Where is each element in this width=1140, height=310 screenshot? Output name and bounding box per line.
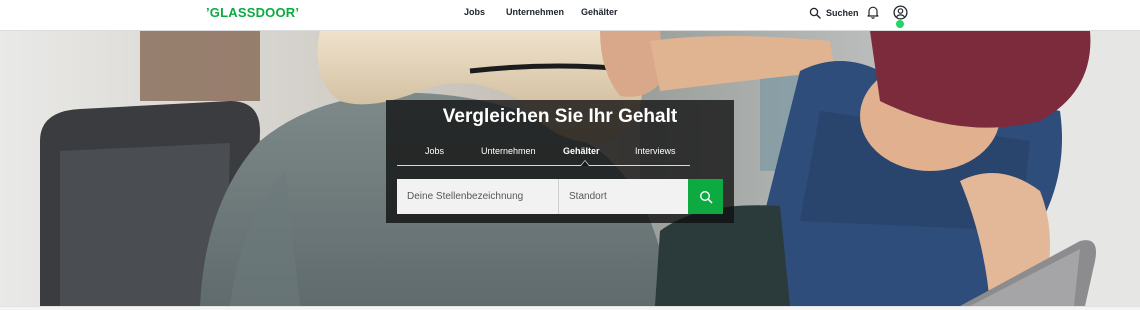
active-tab-indicator: [580, 160, 590, 166]
salary-search-panel: Vergleichen Sie Ihr Gehalt Jobs Unterneh…: [386, 100, 734, 223]
profile-icon[interactable]: [893, 5, 908, 20]
search-submit-button[interactable]: [688, 179, 723, 214]
bell-icon[interactable]: [866, 5, 880, 19]
search-tabs: Jobs Unternehmen Gehälter Interviews: [397, 144, 690, 166]
glassdoor-logo[interactable]: ’GLASSDOOR’: [206, 5, 299, 20]
search-icon: [809, 7, 821, 19]
tab-interviews[interactable]: Interviews: [635, 146, 676, 156]
job-title-input[interactable]: [397, 179, 559, 214]
tab-companies[interactable]: Unternehmen: [481, 146, 536, 156]
header-search-button[interactable]: Suchen: [809, 5, 859, 21]
nav-link-companies[interactable]: Unternehmen: [506, 7, 564, 17]
top-navigation: ’GLASSDOOR’ Jobs Unternehmen Gehälter Su…: [0, 0, 1140, 31]
nav-link-jobs[interactable]: Jobs: [464, 7, 485, 17]
hero-bottom-divider: [0, 306, 1140, 310]
search-label: Suchen: [826, 8, 859, 18]
panel-title: Vergleichen Sie Ihr Gehalt: [442, 106, 678, 127]
nav-link-salaries[interactable]: Gehälter: [581, 7, 618, 17]
online-status-dot: [896, 20, 904, 28]
location-input[interactable]: [559, 179, 688, 214]
tab-jobs[interactable]: Jobs: [425, 146, 444, 156]
tab-salaries[interactable]: Gehälter: [563, 146, 600, 156]
search-icon: [699, 190, 712, 203]
